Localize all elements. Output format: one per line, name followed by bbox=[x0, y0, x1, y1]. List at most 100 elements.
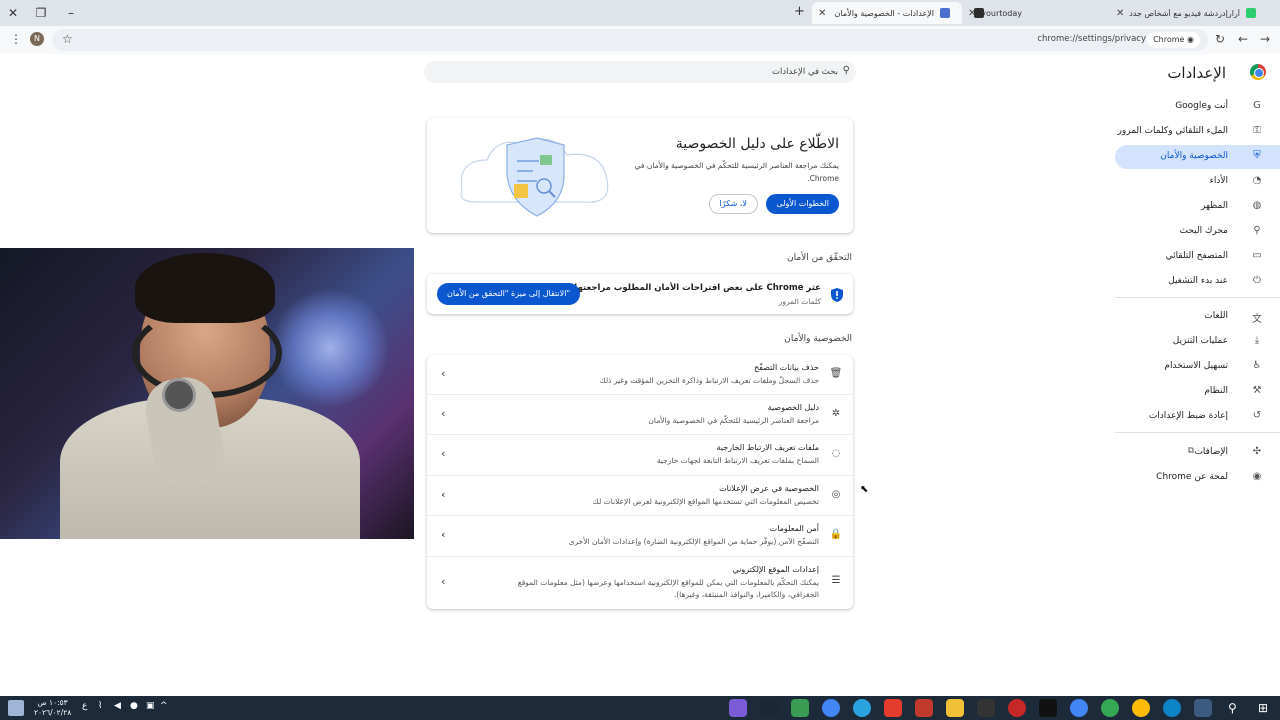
browser-icon: ▭ bbox=[1252, 250, 1262, 261]
sidebar-item-label: عند بدء التشغيل bbox=[1168, 276, 1228, 286]
row-privacy-guide[interactable]: ✲ دليل الخصوصية مراجعة العناصر الرئيسية … bbox=[427, 395, 853, 435]
sidebar-item-reset[interactable]: ↺ إعادة ضبط الإعدادات bbox=[1115, 405, 1280, 429]
app-icon[interactable] bbox=[1194, 699, 1212, 717]
settings-gear-icon bbox=[940, 8, 950, 18]
app-icon[interactable] bbox=[1008, 699, 1026, 717]
app-icon[interactable] bbox=[977, 699, 995, 717]
sidebar-item-system[interactable]: ⚒ النظام bbox=[1115, 380, 1280, 404]
tab-video-chat[interactable]: أرارإدردشة فيديو مع أشخاص جدد ✕ bbox=[1110, 2, 1260, 24]
sidebar-item-label: اللغات bbox=[1204, 311, 1228, 321]
language-indicator[interactable]: ع bbox=[82, 701, 87, 711]
safety-check-message: عثر Chrome على بعض اقتراحات الأمان المطل… bbox=[574, 283, 821, 293]
sidebar-divider bbox=[1115, 432, 1280, 433]
chrome-app-icon[interactable] bbox=[791, 699, 809, 717]
taskbar-clock[interactable]: ١٠:٥٣ ص ٢٠٢٦/٠٢/٢٨ bbox=[34, 698, 71, 718]
sidebar-item-extensions[interactable]: ✣ الإضافات ⧉ bbox=[1115, 441, 1280, 465]
sidebar-item-search-engine[interactable]: ⚲ محرك البحث bbox=[1115, 220, 1280, 244]
row-title: حذف بيانات التصفّح bbox=[753, 363, 819, 372]
row-clear-browsing-data[interactable]: 🗑 حذف بيانات التصفّح حذف السجلّ وملفات ت… bbox=[427, 355, 853, 395]
row-security[interactable]: 🔒 أمن المعلومات التصفّح الآمن (يوفّر حما… bbox=[427, 516, 853, 557]
telegram-icon[interactable] bbox=[853, 699, 871, 717]
sidebar-item-default-browser[interactable]: ▭ المتصفح التلقائي bbox=[1115, 245, 1280, 269]
sidebar-item-label: الأداء bbox=[1209, 176, 1228, 186]
app-icon[interactable] bbox=[729, 699, 747, 717]
page-title: الإعدادات bbox=[1167, 64, 1226, 82]
promo-title: الاطّلاع على دليل الخصوصية bbox=[675, 136, 839, 152]
volume-icon[interactable]: ◀ bbox=[114, 701, 121, 711]
close-tab-icon[interactable]: ✕ bbox=[1116, 8, 1124, 19]
sidebar-item-autofill[interactable]: ⚿ الملء التلقائي وكلمات المرور bbox=[1115, 120, 1280, 144]
new-tab-button[interactable]: + bbox=[794, 4, 805, 19]
tab-strip: ✕ ❐ – + الإعدادات - الخصوصية والأمان ✕ y… bbox=[0, 0, 1280, 26]
search-icon: ⚲ bbox=[842, 65, 850, 76]
no-thanks-button[interactable]: لا، شكرًا bbox=[708, 194, 758, 214]
chip-label: Chrome bbox=[1153, 35, 1185, 44]
row-ad-privacy[interactable]: ◎ الخصوصية في عرض الإعلانات تخصيص المعلو… bbox=[427, 476, 853, 516]
reload-icon[interactable]: ↻ bbox=[1215, 32, 1225, 46]
forward-icon[interactable]: → bbox=[1260, 32, 1270, 46]
tray-expand-icon[interactable]: ^ bbox=[160, 701, 168, 711]
network-icon[interactable]: ▣ bbox=[146, 701, 155, 711]
row-site-settings[interactable]: ☰ إعدادات الموقع الإلكتروني يمكنك التحكّ… bbox=[427, 557, 853, 609]
close-window-icon[interactable]: ✕ bbox=[4, 4, 22, 22]
chrome-app-icon[interactable] bbox=[822, 699, 840, 717]
headset bbox=[132, 308, 282, 398]
row-subtitle: التصفّح الآمن (يوفّر حماية من المواقع ال… bbox=[568, 537, 819, 546]
sidebar-item-performance[interactable]: ◔ الأداء bbox=[1115, 170, 1280, 194]
row-title: إعدادات الموقع الإلكتروني bbox=[732, 565, 819, 574]
avatar[interactable]: N bbox=[30, 32, 44, 46]
sidebar-item-label: لمحة عن Chrome bbox=[1156, 472, 1228, 482]
settings-search-input[interactable]: ⚲ بحث في الإعدادات bbox=[424, 61, 856, 83]
close-tab-icon[interactable]: ✕ bbox=[968, 8, 976, 19]
chrome-app-icon[interactable] bbox=[1101, 699, 1119, 717]
sidebar-item-about-chrome[interactable]: ◉ لمحة عن Chrome bbox=[1115, 466, 1280, 490]
sidebar-divider bbox=[1115, 297, 1280, 298]
sidebar-item-appearance[interactable]: ◍ المظهر bbox=[1115, 195, 1280, 219]
sidebar-item-label: تسهيل الاستخدام bbox=[1164, 361, 1228, 371]
row-subtitle: حذف السجلّ وملفات تعريف الارتباط وذاكرة … bbox=[599, 376, 819, 385]
power-icon: ⏻ bbox=[1253, 275, 1261, 286]
sidebar-item-you-and-google[interactable]: G أنت وGoogle bbox=[1115, 95, 1280, 119]
microphone-icon[interactable]: ● bbox=[130, 701, 138, 711]
sidebar-item-label: أنت وGoogle bbox=[1175, 101, 1228, 111]
sidebar-item-privacy[interactable]: ⛨ الخصوصية والأمان bbox=[1115, 145, 1280, 169]
app-icon[interactable] bbox=[915, 699, 933, 717]
url-text: chrome://settings/privacy bbox=[1037, 34, 1146, 44]
edge-icon[interactable] bbox=[1163, 699, 1181, 717]
bookmark-star-icon[interactable]: ☆ bbox=[62, 32, 73, 46]
start-icon[interactable]: ⊞ bbox=[1258, 701, 1268, 715]
show-desktop-icon[interactable] bbox=[8, 700, 24, 716]
site-info-chip[interactable]: Chrome ◉ bbox=[1147, 32, 1200, 48]
sidebar-item-downloads[interactable]: ⤓ عمليات التنزيل bbox=[1115, 330, 1280, 354]
safety-check-card: عثر Chrome على بعض اقتراحات الأمان المطل… bbox=[427, 274, 853, 314]
sidebar-item-label: المتصفح التلقائي bbox=[1165, 251, 1228, 261]
app-icon[interactable] bbox=[884, 699, 902, 717]
chrome-app-icon[interactable] bbox=[1132, 699, 1150, 717]
restore-window-icon[interactable]: ❐ bbox=[32, 4, 50, 22]
get-started-button[interactable]: الخطوات الأولى bbox=[766, 194, 839, 214]
row-third-party-cookies[interactable]: ◌ ملفات تعريف الارتباط الخارجية السماح ب… bbox=[427, 435, 853, 476]
wifi-icon[interactable]: ⌇ bbox=[98, 701, 102, 711]
sidebar-item-on-startup[interactable]: ⏻ عند بدء التشغيل bbox=[1115, 270, 1280, 294]
go-to-safety-check-button[interactable]: الانتقال إلى ميزة "التحقق من الأمان" bbox=[437, 283, 581, 305]
back-icon[interactable]: ← bbox=[1238, 32, 1248, 46]
tiktok-icon[interactable] bbox=[1039, 699, 1057, 717]
sidebar-item-languages[interactable]: 文 اللغات bbox=[1115, 305, 1280, 329]
steam-icon[interactable] bbox=[760, 699, 778, 717]
search-icon[interactable]: ⚲ bbox=[1228, 701, 1237, 715]
menu-dots-icon[interactable]: ⋮ bbox=[10, 32, 22, 46]
file-explorer-icon[interactable] bbox=[946, 699, 964, 717]
sidebar-item-accessibility[interactable]: ♿ تسهيل الاستخدام bbox=[1115, 355, 1280, 379]
chrome-app-icon[interactable] bbox=[1070, 699, 1088, 717]
webcam-overlay bbox=[0, 248, 414, 539]
chrome-icon: ◉ bbox=[1252, 471, 1262, 482]
tab-settings[interactable]: الإعدادات - الخصوصية والأمان ✕ bbox=[812, 2, 962, 24]
close-tab-icon[interactable]: ✕ bbox=[818, 8, 826, 19]
safety-check-sub: كلمات المرور bbox=[778, 297, 821, 306]
tab-yourtoday[interactable]: yourtoday ✕ bbox=[962, 2, 1102, 24]
sidebar-item-label: محرك البحث bbox=[1179, 226, 1228, 236]
clock-date: ٢٠٢٦/٠٢/٢٨ bbox=[34, 708, 72, 717]
address-bar[interactable]: chrome://settings/privacy Chrome ◉ bbox=[52, 29, 1208, 51]
safety-check-heading: التحقّق من الأمان bbox=[786, 253, 852, 263]
minimize-window-icon[interactable]: – bbox=[62, 4, 80, 22]
